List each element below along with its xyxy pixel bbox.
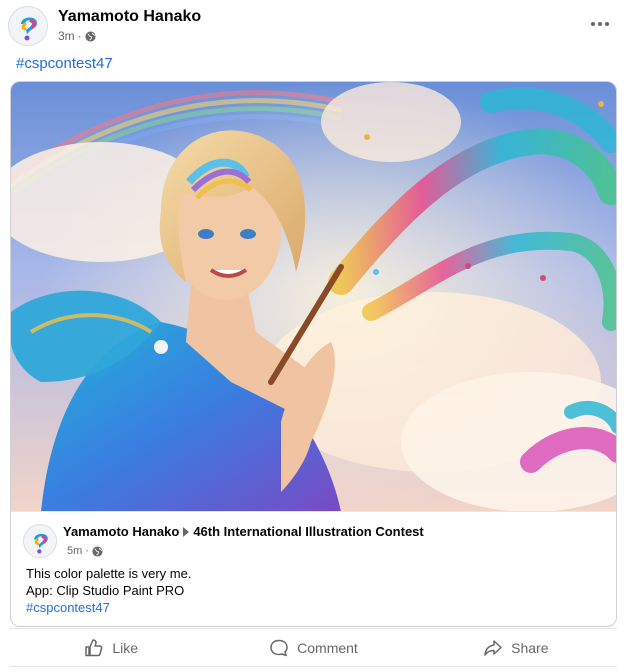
shared-post-text: This color palette is very me. App: Clip… bbox=[26, 565, 191, 616]
shared-author-name[interactable]: Yamamoto Hanako bbox=[63, 524, 179, 539]
shared-line-2: App: Clip Studio Paint PRO bbox=[26, 583, 185, 598]
clip-studio-logo-icon bbox=[24, 525, 56, 557]
share-label: Share bbox=[511, 639, 549, 656]
shared-post-time[interactable]: 5m bbox=[67, 545, 82, 557]
arrow-right-icon bbox=[183, 526, 190, 537]
author-name[interactable]: Yamamoto Hanako bbox=[58, 8, 201, 26]
more-options-icon[interactable] bbox=[588, 14, 612, 34]
comment-icon bbox=[270, 639, 288, 656]
meta-separator: · bbox=[77, 29, 82, 43]
dot bbox=[605, 22, 609, 26]
shared-post-body: Yamamoto Hanako 46th International Illus… bbox=[11, 511, 616, 626]
shared-group-name[interactable]: 46th International Illustration Contest bbox=[193, 524, 423, 539]
comment-label: Comment bbox=[297, 639, 358, 656]
divider bbox=[10, 666, 617, 667]
share-icon bbox=[484, 639, 502, 656]
facebook-post: Yamamoto Hanako 3m · #cspcontest47 Yamam… bbox=[0, 0, 626, 672]
post-meta: 3m · bbox=[58, 29, 96, 43]
post-header: Yamamoto Hanako 3m · bbox=[8, 6, 618, 50]
shared-hashtag[interactable]: #cspcontest47 bbox=[26, 599, 191, 616]
shared-post-title: Yamamoto Hanako 46th International Illus… bbox=[63, 524, 424, 539]
globe-icon bbox=[92, 545, 103, 557]
dot bbox=[591, 22, 595, 26]
shared-author-avatar[interactable] bbox=[23, 524, 57, 558]
share-button[interactable]: Share bbox=[415, 629, 617, 666]
shared-post-card[interactable]: Yamamoto Hanako 46th International Illus… bbox=[10, 81, 617, 627]
author-avatar[interactable] bbox=[8, 6, 48, 46]
post-time[interactable]: 3m bbox=[58, 29, 75, 43]
like-button[interactable]: Like bbox=[10, 629, 212, 666]
post-actions: Like Comment Share bbox=[10, 628, 617, 666]
globe-icon bbox=[85, 30, 96, 42]
comment-button[interactable]: Comment bbox=[212, 629, 414, 666]
illustration-image[interactable] bbox=[11, 82, 617, 511]
like-label: Like bbox=[112, 639, 138, 656]
meta-separator: · bbox=[85, 545, 89, 557]
dot bbox=[598, 22, 602, 26]
post-hashtag[interactable]: #cspcontest47 bbox=[16, 55, 113, 72]
shared-line-1: This color palette is very me. bbox=[26, 566, 192, 581]
shared-post-meta: 5m · bbox=[67, 545, 103, 557]
like-icon bbox=[85, 638, 103, 656]
clip-studio-logo-icon bbox=[9, 7, 47, 45]
